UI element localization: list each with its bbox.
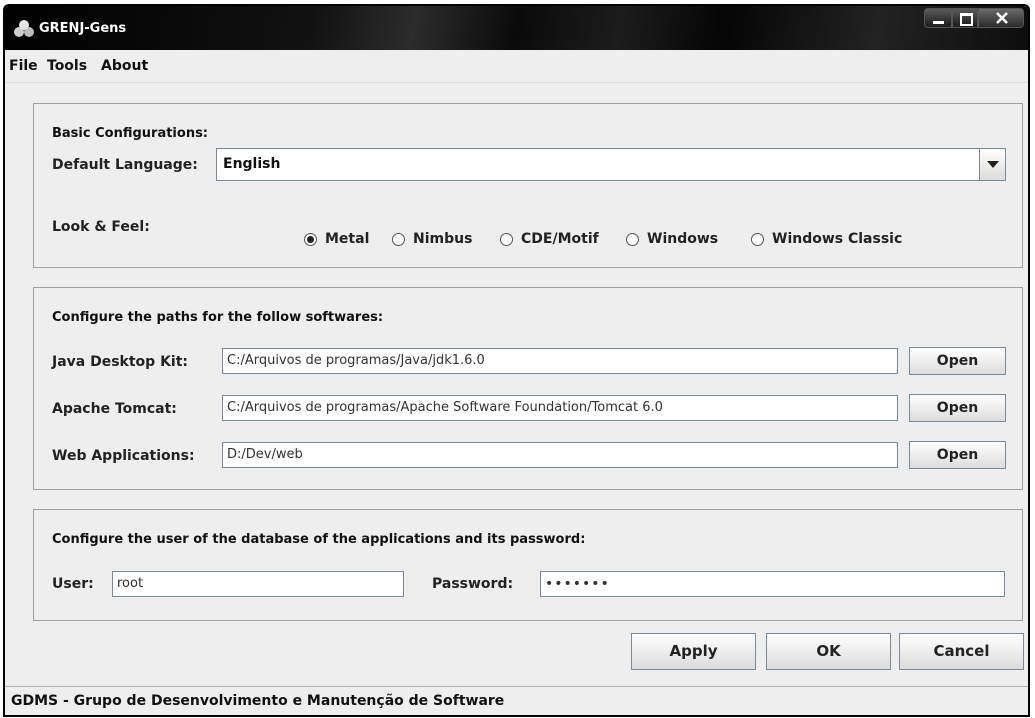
java-desktop-kit-open-button[interactable]: Open bbox=[909, 347, 1006, 375]
java-desktop-kit-input[interactable]: C:/Arquivos de programas/Java/jdk1.6.0 bbox=[222, 348, 898, 374]
radio-unchecked-icon[interactable] bbox=[626, 232, 639, 246]
status-text: GDMS - Grupo de Desenvolvimento e Manute… bbox=[11, 693, 505, 709]
radio-unchecked-icon[interactable] bbox=[500, 232, 513, 246]
menu-about[interactable]: About bbox=[101, 58, 148, 74]
radio-nimbus-label: Nimbus bbox=[413, 231, 473, 247]
radio-windows-classic[interactable]: Windows Classic bbox=[751, 229, 902, 249]
default-language-label: Default Language: bbox=[52, 157, 198, 173]
menu-tools[interactable]: Tools bbox=[47, 58, 87, 74]
chevron-down-icon bbox=[987, 161, 999, 168]
look-and-feel-label: Look & Feel: bbox=[52, 219, 150, 235]
window-controls bbox=[924, 8, 1024, 30]
radio-unchecked-icon[interactable] bbox=[751, 232, 764, 246]
default-language-dropdown-button[interactable] bbox=[979, 149, 1005, 180]
password-label: Password: bbox=[432, 576, 514, 592]
ok-button[interactable]: OK bbox=[766, 633, 891, 670]
web-applications-open-button[interactable]: Open bbox=[909, 441, 1006, 469]
apache-tomcat-input[interactable]: C:/Arquivos de programas/Apache Software… bbox=[222, 395, 898, 421]
database-user-panel: Configure the user of the database of th… bbox=[33, 509, 1023, 621]
user-input[interactable]: root bbox=[112, 571, 404, 597]
radio-cde-motif-label: CDE/Motif bbox=[521, 231, 599, 247]
status-bar: GDMS - Grupo de Desenvolvimento e Manute… bbox=[5, 686, 1028, 715]
default-language-select[interactable]: English bbox=[216, 148, 1006, 181]
default-language-value: English bbox=[223, 156, 281, 172]
web-applications-input[interactable]: D:/Dev/web bbox=[222, 442, 898, 468]
minimize-button[interactable] bbox=[924, 8, 952, 28]
minimize-icon bbox=[933, 21, 944, 24]
basic-configurations-title: Basic Configurations: bbox=[52, 126, 209, 141]
menu-file[interactable]: File bbox=[9, 58, 38, 74]
close-button[interactable] bbox=[978, 8, 1024, 28]
software-paths-title: Configure the paths for the follow softw… bbox=[52, 310, 384, 325]
radio-windows-classic-label: Windows Classic bbox=[772, 231, 903, 247]
radio-metal-label: Metal bbox=[325, 231, 370, 247]
close-icon bbox=[996, 12, 1008, 24]
title-bar[interactable]: GRENJ-Gens bbox=[5, 6, 1028, 50]
radio-windows-label: Windows bbox=[647, 231, 719, 247]
password-input[interactable]: ••••••• bbox=[540, 571, 1005, 597]
basic-configurations-panel: Basic Configurations: Default Language: … bbox=[33, 103, 1023, 268]
java-desktop-kit-label: Java Desktop Kit: bbox=[52, 354, 189, 370]
cancel-button[interactable]: Cancel bbox=[899, 633, 1024, 670]
radio-windows[interactable]: Windows bbox=[626, 229, 718, 249]
apache-tomcat-label: Apache Tomcat: bbox=[52, 401, 177, 417]
apache-tomcat-open-button[interactable]: Open bbox=[909, 394, 1006, 422]
app-window: GRENJ-Gens File Tools About Basic Config… bbox=[3, 4, 1030, 717]
radio-checked-icon[interactable] bbox=[304, 232, 317, 246]
software-paths-panel: Configure the paths for the follow softw… bbox=[33, 287, 1023, 490]
radio-nimbus[interactable]: Nimbus bbox=[392, 229, 472, 249]
radio-metal[interactable]: Metal bbox=[304, 229, 369, 249]
user-label: User: bbox=[52, 576, 94, 592]
database-user-title: Configure the user of the database of th… bbox=[52, 532, 586, 547]
maximize-icon bbox=[960, 13, 973, 26]
radio-cde-motif[interactable]: CDE/Motif bbox=[500, 229, 599, 249]
apply-button[interactable]: Apply bbox=[631, 633, 756, 670]
app-logo-icon bbox=[13, 20, 35, 38]
menu-bar: File Tools About bbox=[5, 50, 1028, 83]
maximize-button[interactable] bbox=[952, 8, 978, 28]
radio-unchecked-icon[interactable] bbox=[392, 232, 405, 246]
window-title: GRENJ-Gens bbox=[39, 21, 127, 36]
web-applications-label: Web Applications: bbox=[52, 448, 195, 464]
